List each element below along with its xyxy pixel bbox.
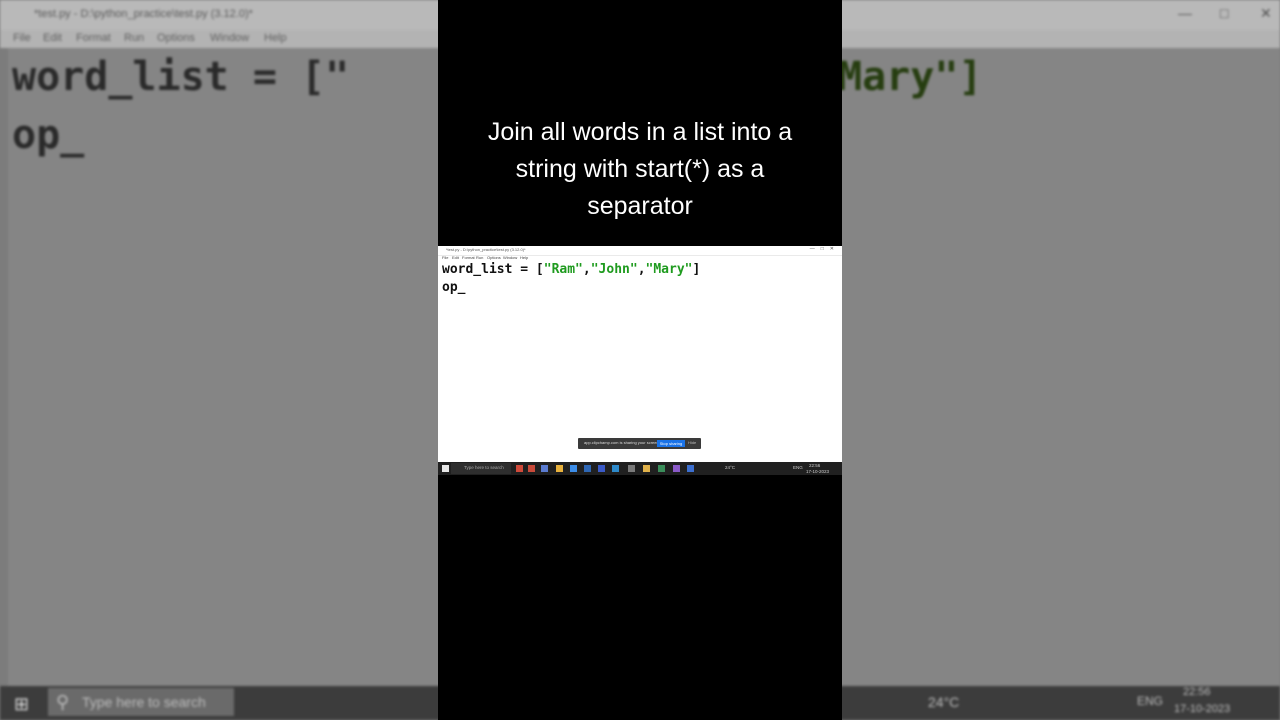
menu-format[interactable]: Format: [462, 255, 475, 260]
bg-windows-icon[interactable]: ⊞: [14, 694, 29, 715]
code-bracket: ]: [692, 262, 701, 277]
file-explorer-icon[interactable]: [556, 465, 563, 472]
code-var: word_list = [: [442, 262, 544, 277]
bg-clock-date[interactable]: 17-10-2023: [1174, 703, 1230, 715]
bg-menu-help[interactable]: Help: [264, 32, 287, 44]
code-string-john: "John": [590, 262, 638, 277]
code-string-mary: "Mary": [645, 262, 693, 277]
bg-weather[interactable]: 24°C: [928, 694, 959, 710]
bg-maximize-icon[interactable]: □: [1220, 5, 1228, 21]
bg-language[interactable]: ENG: [1137, 694, 1163, 708]
bg-code-line-1-right: Mary"]: [838, 54, 983, 100]
menu-edit[interactable]: Edit: [452, 255, 459, 260]
menu-window[interactable]: Window: [503, 255, 517, 260]
code-line-1[interactable]: word_list = ["Ram","John","Mary"]: [442, 262, 700, 277]
bg-code-line-1-left: word_list = [": [12, 54, 350, 100]
app-icon[interactable]: [673, 465, 680, 472]
bg-code-line-2: op_: [12, 112, 85, 158]
stop-sharing-button[interactable]: Stop sharing: [657, 440, 685, 447]
bg-menu-run[interactable]: Run: [124, 32, 144, 44]
menu-file[interactable]: File: [442, 255, 448, 260]
bg-menu-window[interactable]: Window: [210, 32, 249, 44]
windows-start-icon[interactable]: [442, 465, 449, 472]
taskbar: Type here to search 24°C ENG 22:56 17-10…: [438, 462, 842, 475]
hide-button[interactable]: Hide: [688, 440, 696, 445]
code-string-ram: "Ram": [543, 262, 583, 277]
language[interactable]: ENG: [793, 465, 803, 470]
python-icon[interactable]: [598, 465, 605, 472]
bg-window-title: *test.py - D:\python_practice\test.py (3…: [34, 8, 253, 20]
menu-help[interactable]: Help: [520, 255, 528, 260]
screen-sharing-bar: app.clipchamp.com is sharing your screen…: [578, 438, 701, 449]
idle-icon[interactable]: [628, 465, 635, 472]
bg-search-icon: ⚲: [56, 692, 70, 712]
bg-menu-edit[interactable]: Edit: [43, 32, 62, 44]
clock-date[interactable]: 17-10-2023: [806, 469, 829, 474]
paint-app-icon[interactable]: [516, 465, 523, 472]
bg-menu-format[interactable]: Format: [76, 32, 111, 44]
taskbar-search-placeholder: Type here to search: [464, 465, 504, 470]
bg-minimize-icon[interactable]: —: [1178, 5, 1192, 21]
code-comma: ,: [637, 262, 646, 277]
bg-menu-file[interactable]: File: [13, 32, 31, 44]
editor-menu-bar: File Edit Format Run Options Window Help: [438, 255, 842, 261]
bg-menu-options[interactable]: Options: [157, 32, 195, 44]
center-video-panel: Join all words in a list into a string w…: [438, 0, 842, 720]
caption-text: Join all words in a list into a string w…: [487, 118, 793, 220]
menu-run[interactable]: Run: [476, 255, 483, 260]
code-line-2[interactable]: op_: [442, 280, 465, 295]
app-icon[interactable]: [528, 465, 535, 472]
editor-window-title: *test.py - D:\python_practice\test.py (3…: [446, 247, 526, 252]
chrome-icon[interactable]: [643, 465, 650, 472]
bg-search-placeholder: Type here to search: [82, 694, 206, 710]
weather[interactable]: 24°C: [725, 465, 735, 470]
store-icon[interactable]: [570, 465, 577, 472]
edge-icon[interactable]: [612, 465, 619, 472]
app-icon[interactable]: [687, 465, 694, 472]
clock-time[interactable]: 22:56: [809, 463, 820, 468]
task-view-icon[interactable]: [541, 465, 548, 472]
app-icon[interactable]: [658, 465, 665, 472]
bg-code-line-1-right-text: Mary"]: [838, 54, 983, 100]
menu-options[interactable]: Options: [487, 255, 501, 260]
screen-recording: *test.py - D:\python_practice\test.py (3…: [438, 246, 842, 475]
bg-close-icon[interactable]: ✕: [1260, 5, 1272, 22]
bg-clock-time[interactable]: 22:56: [1183, 686, 1211, 698]
code-comma: ,: [582, 262, 591, 277]
sharing-text: app.clipchamp.com is sharing your screen…: [584, 440, 660, 445]
editor-window-controls[interactable]: —□✕: [810, 246, 840, 252]
mail-icon[interactable]: [584, 465, 591, 472]
